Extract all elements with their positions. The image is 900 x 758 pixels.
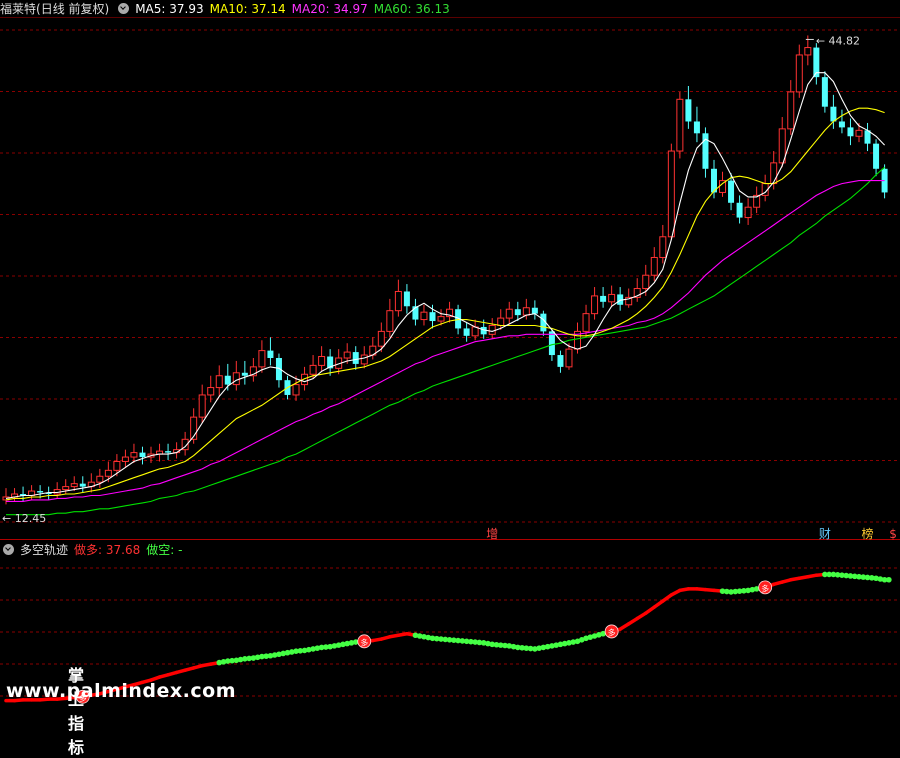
- candle-body: [79, 483, 86, 487]
- candle-body: [676, 98, 684, 152]
- candle-body: [821, 77, 828, 107]
- candle-body: [522, 307, 530, 316]
- ma10-line: [5, 107, 885, 501]
- candle-body: [241, 372, 248, 376]
- high-price-label: ← 44.82: [816, 34, 860, 47]
- candle-body: [795, 54, 803, 93]
- candle-body: [232, 372, 240, 386]
- candle-body: [360, 354, 368, 365]
- candle-body: [497, 317, 505, 326]
- candle-body: [437, 316, 445, 322]
- candle-body: [873, 143, 880, 169]
- candle-body: [591, 295, 599, 315]
- candle-body: [787, 91, 795, 130]
- candle-body: [744, 206, 752, 219]
- candle-body: [267, 350, 274, 358]
- watermark-line2: www.palmindex.com: [6, 680, 237, 702]
- candle-body: [565, 348, 573, 368]
- candle-body: [96, 475, 104, 483]
- candle-body: [685, 99, 692, 122]
- candle-body: [582, 313, 590, 332]
- candle-body: [318, 356, 326, 366]
- candle-body: [215, 375, 223, 389]
- candle-body: [847, 127, 854, 137]
- candle-body: [488, 324, 496, 335]
- candle-body: [650, 256, 658, 276]
- candle-body: [403, 291, 410, 307]
- candle-body: [728, 180, 735, 203]
- ma60-line: [6, 166, 885, 516]
- chart-canvas[interactable]: ← 44.82← 12.45增财榜 $多多多多: [0, 0, 900, 716]
- candle-body: [309, 364, 317, 375]
- candle-body: [514, 309, 521, 316]
- ma20-line: [6, 180, 885, 502]
- event-marker: 财: [819, 527, 831, 541]
- candle-body: [463, 328, 470, 336]
- candle-body: [130, 452, 138, 458]
- event-marker: 榜: [862, 526, 874, 541]
- candle-body: [505, 308, 513, 319]
- candle-body: [37, 491, 44, 493]
- candle-body: [207, 387, 215, 396]
- candle-body: [352, 352, 359, 364]
- candle-body: [420, 311, 428, 321]
- candle-body: [557, 355, 564, 367]
- candle-body: [804, 47, 812, 56]
- candle-body: [736, 202, 743, 218]
- candle-body: [394, 290, 402, 312]
- candle-body: [292, 384, 300, 396]
- candle-body: [224, 375, 231, 385]
- candle-body: [258, 350, 266, 368]
- candle-body: [62, 486, 70, 491]
- candle-body: [855, 129, 863, 137]
- candle-body: [377, 330, 385, 347]
- candle-body: [667, 150, 675, 238]
- candle-body: [198, 394, 206, 418]
- candle-body: [608, 293, 616, 303]
- candle-body: [139, 452, 146, 458]
- candle-body: [838, 121, 845, 128]
- long-signal-label: 多: [608, 627, 616, 637]
- long-signal-label: 多: [761, 583, 769, 593]
- candle-body: [343, 351, 351, 359]
- candle-body: [165, 451, 172, 453]
- watermark-line1: 掌上指标: [68, 666, 95, 757]
- candle-body: [693, 121, 700, 134]
- candle-body: [600, 295, 607, 302]
- event-marker: 增: [486, 527, 498, 541]
- candle-body: [548, 331, 555, 356]
- candle-body: [70, 483, 78, 488]
- candle-body: [386, 310, 394, 332]
- candle-body: [113, 460, 121, 471]
- candle-body: [830, 106, 837, 122]
- candle-body: [659, 236, 667, 258]
- candle-body: [104, 469, 112, 477]
- low-price-label: ← 12.45: [2, 512, 46, 525]
- event-marker: $: [889, 527, 897, 541]
- candle-body: [531, 307, 538, 314]
- candle-body: [770, 162, 778, 185]
- candle-body: [121, 456, 129, 462]
- long-signal-label: 多: [360, 637, 368, 647]
- ma5-line: [5, 72, 885, 499]
- candle-body: [642, 274, 650, 290]
- candle-body: [429, 312, 436, 322]
- bear-dot: [886, 576, 892, 583]
